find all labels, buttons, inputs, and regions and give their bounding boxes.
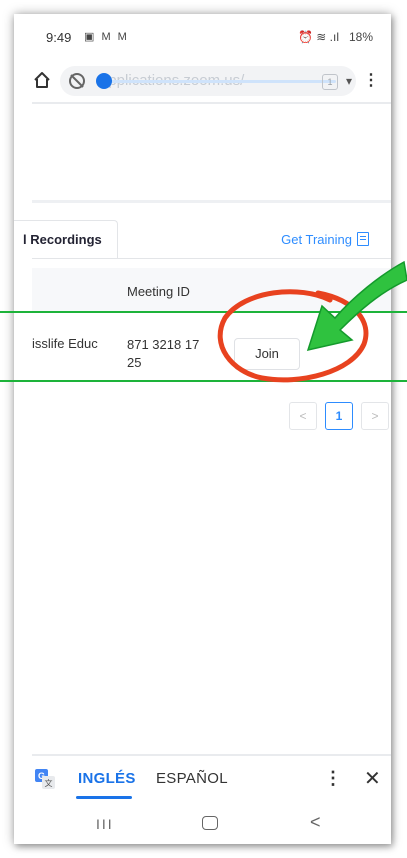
page-1-button[interactable]: 1: [325, 402, 353, 430]
recent-apps-button[interactable]: III: [96, 816, 114, 832]
meeting-topic: isslife Educ: [32, 336, 98, 351]
join-button[interactable]: Join: [234, 338, 300, 370]
svg-text:文: 文: [45, 778, 53, 788]
google-translate-icon: G 文: [35, 769, 55, 789]
screenshot-page: 9:49 ▣ M M ⏰ ≋ .ıl 18% applications.zoom…: [0, 0, 407, 858]
active-language-indicator: [76, 796, 132, 799]
translate-menu-icon[interactable]: ⋮: [324, 768, 342, 789]
get-training-link[interactable]: Get Training: [281, 232, 369, 247]
pagination: < 1 >: [289, 402, 389, 430]
document-icon: [357, 232, 369, 246]
browser-menu-icon[interactable]: ⋮: [363, 70, 379, 90]
prev-page-button[interactable]: <: [289, 402, 317, 430]
meeting-id-value: 871 3218 17 25: [127, 337, 200, 370]
system-nav-bar: III <: [14, 810, 391, 844]
tracking-protection-icon[interactable]: [68, 72, 86, 90]
table-row: isslife Educ 871 3218 17 25 Join: [32, 316, 391, 386]
notification-icons: ▣ M M: [84, 31, 129, 43]
browser-toolbar: applications.zoom.us/ 1 ▾ ⋮: [14, 62, 391, 106]
tab-row: l Recordings Get Training: [14, 220, 391, 260]
tab-switcher-button[interactable]: 1: [322, 74, 338, 90]
close-icon[interactable]: ✕: [364, 766, 381, 791]
tab-recordings[interactable]: l Recordings: [14, 220, 118, 259]
back-button[interactable]: <: [310, 812, 321, 833]
get-training-label: Get Training: [281, 232, 352, 247]
target-language-tab[interactable]: ESPAÑOL: [156, 770, 228, 787]
home-button[interactable]: [202, 816, 218, 830]
translate-bar: G 文 INGLÉS ESPAÑOL ⋮ ✕: [32, 754, 391, 802]
battery-level: 18%: [348, 30, 373, 44]
tab-recordings-label: l Recordings: [23, 232, 102, 247]
home-icon[interactable]: [32, 70, 52, 90]
tab-underline: [32, 258, 391, 259]
source-language-tab[interactable]: INGLÉS: [78, 770, 136, 787]
signal-icons: ⏰ ≋ .ıl: [298, 30, 339, 44]
table-header: Meeting ID: [32, 268, 391, 312]
progress-indicator: [96, 73, 112, 89]
column-header-meeting-id: Meeting ID: [127, 284, 190, 299]
divider: [32, 200, 391, 203]
next-page-button[interactable]: >: [361, 402, 389, 430]
address-bar[interactable]: applications.zoom.us/ 1 ▾: [60, 66, 356, 96]
status-time: 9:49: [46, 30, 72, 45]
phone-screen: 9:49 ▣ M M ⏰ ≋ .ıl 18% applications.zoom…: [14, 14, 391, 844]
status-bar: 9:49 ▣ M M ⏰ ≋ .ıl 18%: [14, 14, 391, 54]
divider: [32, 102, 391, 104]
page-load-progress: [104, 80, 336, 83]
chevron-down-icon[interactable]: ▾: [346, 74, 352, 88]
